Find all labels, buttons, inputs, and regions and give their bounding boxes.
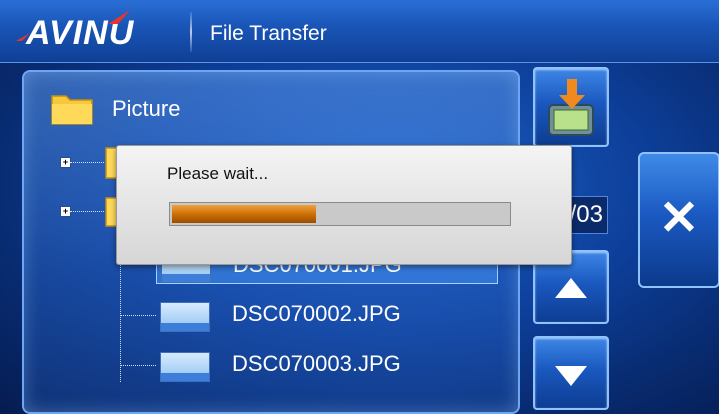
header-divider: [190, 12, 192, 52]
folder-icon: [51, 95, 93, 125]
file-name: DSC070003.JPG: [232, 351, 401, 376]
progress-dialog: Please wait...: [116, 145, 572, 265]
title-bar: AVINU File Transfer: [0, 0, 719, 63]
tree-connector: [70, 162, 104, 163]
transfer-button[interactable]: [533, 67, 609, 147]
progress-bar-fill: [172, 205, 316, 223]
arrow-down-icon: [555, 366, 587, 386]
close-icon: ✕: [658, 192, 700, 245]
close-button[interactable]: ✕: [638, 152, 719, 288]
arrow-up-icon: [555, 278, 587, 298]
file-row[interactable]: DSC070003.JPG: [156, 348, 496, 382]
page-title: File Transfer: [210, 22, 327, 45]
image-thumbnail-icon: [160, 302, 210, 332]
file-row[interactable]: DSC070002.JPG: [156, 298, 496, 332]
progress-bar: [169, 202, 511, 226]
scroll-down-button[interactable]: [533, 336, 609, 410]
page-counter-text: /03: [569, 201, 603, 228]
root-folder-label[interactable]: Picture: [112, 96, 180, 122]
file-name: DSC070002.JPG: [232, 301, 401, 326]
logo-accent-icon: [108, 10, 130, 24]
image-thumbnail-icon: [160, 352, 210, 382]
dialog-message: Please wait...: [167, 164, 269, 183]
tree-connector: [70, 211, 104, 212]
tree-connector: [120, 365, 156, 366]
tree-connector: [120, 315, 156, 316]
download-to-device-icon: [548, 79, 594, 136]
